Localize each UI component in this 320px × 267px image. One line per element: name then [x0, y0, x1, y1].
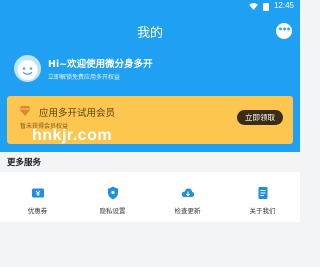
- status-time: 12:45: [273, 1, 294, 10]
- smiley-avatar-icon: [17, 60, 38, 80]
- service-label: 检查更新: [174, 207, 201, 215]
- document-icon: [258, 187, 267, 199]
- chat-button[interactable]: •••: [276, 23, 292, 39]
- claim-button[interactable]: 立即领取: [237, 110, 283, 125]
- greeting-subtitle: 立即解锁免费应用多开权益: [48, 74, 121, 81]
- avatar[interactable]: [14, 55, 41, 82]
- service-check-update[interactable]: 检查更新: [150, 172, 225, 222]
- service-label: 优惠券: [27, 207, 48, 215]
- service-panel: 优惠券 隐私设置 检查更新 关于我们: [0, 172, 300, 222]
- watermark: hnkjr.com: [32, 127, 113, 144]
- battery-icon: [263, 3, 269, 11]
- chat-bubble-icon: •••: [277, 24, 291, 34]
- coupon-icon: [31, 188, 44, 198]
- status-bar: 12:45: [0, 0, 300, 14]
- wifi-icon: [249, 3, 258, 10]
- service-label: 隐私设置: [99, 207, 126, 215]
- service-about[interactable]: 关于我们: [225, 172, 300, 222]
- service-privacy[interactable]: 隐私设置: [75, 172, 150, 222]
- cloud-download-icon: [181, 188, 194, 197]
- diamond-icon: [19, 106, 31, 116]
- page-title: 我的: [136, 26, 163, 41]
- vip-title: 应用多开试用会员: [39, 108, 116, 119]
- service-coupon[interactable]: 优惠券: [0, 172, 75, 222]
- more-services-title: 更多服务: [7, 158, 42, 168]
- privacy-shield-icon: [107, 186, 118, 200]
- greeting-text: Hi~欢迎使用微分身多开: [48, 59, 153, 70]
- service-label: 关于我们: [249, 207, 276, 215]
